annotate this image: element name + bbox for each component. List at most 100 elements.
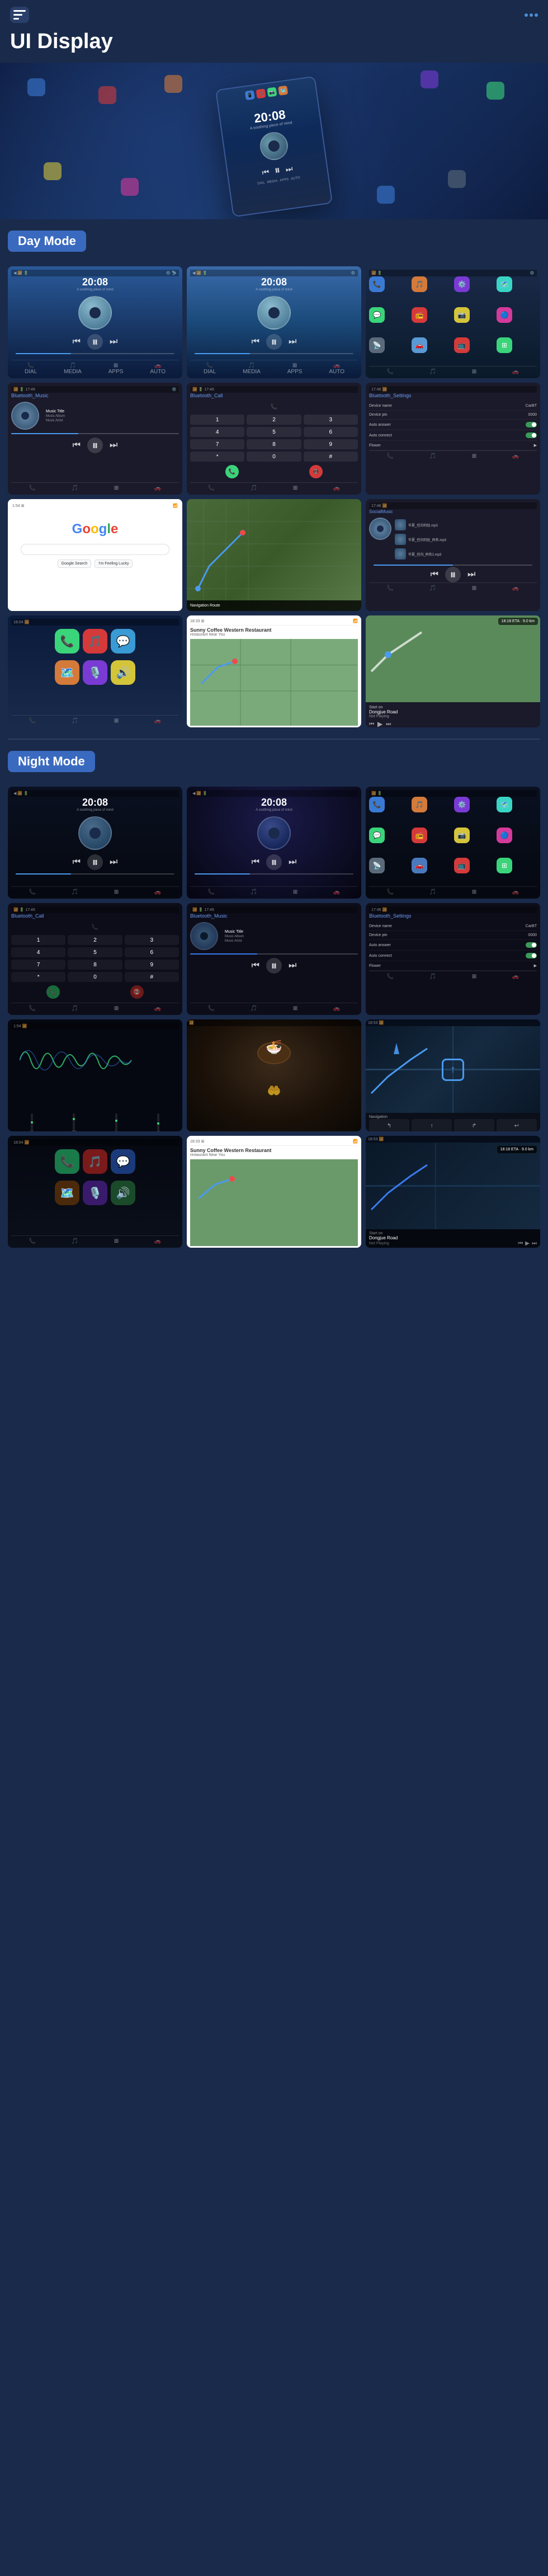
bts-nav-dial[interactable]: 📞 bbox=[387, 453, 394, 459]
night-cp-n2[interactable]: 🎵 bbox=[72, 1238, 78, 1244]
night-key-9[interactable]: 9 bbox=[125, 960, 179, 970]
night-key-2[interactable]: 2 bbox=[68, 935, 122, 945]
night-bottom-nav-1[interactable]: 📞 🎵 ⊞ 🚗 bbox=[11, 886, 179, 895]
btcall-nav-media[interactable]: 🎵 bbox=[251, 485, 257, 491]
social-item-1[interactable]: 华夏_任归何处.mp3 bbox=[395, 518, 446, 532]
social-next[interactable]: ⏭ bbox=[467, 570, 475, 580]
night-cp-msg[interactable]: 💬 bbox=[111, 1149, 135, 1174]
nav-media-1[interactable]: 🎵MEDIA bbox=[64, 363, 82, 375]
bt-auto-answer-row[interactable]: Auto answer bbox=[369, 420, 537, 430]
night-cp-maps[interactable]: 🗺️ bbox=[55, 1181, 79, 1205]
night-key-4[interactable]: 4 bbox=[11, 947, 65, 957]
key-0[interactable]: 0 bbox=[247, 452, 301, 462]
social-nav-dial[interactable]: 📞 bbox=[387, 585, 394, 591]
app-radio[interactable]: 📻 bbox=[412, 307, 427, 323]
app-phone[interactable]: 📞 bbox=[369, 276, 385, 292]
night-key-6[interactable]: 6 bbox=[125, 947, 179, 957]
btcall-nav-dial[interactable]: 📞 bbox=[208, 485, 215, 491]
night-btcall-n2[interactable]: 🎵 bbox=[72, 1005, 78, 1012]
play-pause-button[interactable]: ⏸ bbox=[274, 164, 281, 177]
night-nav-straight[interactable]: ↑ bbox=[412, 1119, 452, 1131]
night-play-1[interactable]: ⏸ bbox=[87, 854, 103, 870]
night-btm-next[interactable]: ⏭ bbox=[289, 961, 296, 971]
night-app-7[interactable]: 📷 bbox=[454, 828, 470, 843]
google-search-btn[interactable]: Google Search bbox=[58, 560, 92, 568]
night-bts-bottom[interactable]: 📞 🎵 ⊞ 🚗 bbox=[369, 971, 537, 980]
night-key-0[interactable]: 0 bbox=[68, 972, 122, 982]
night-btm-n4[interactable]: 🚗 bbox=[333, 1005, 340, 1012]
night-cp-phone[interactable]: 📞 bbox=[55, 1149, 79, 1174]
night-btm-bottom[interactable]: 📞 🎵 ⊞ 🚗 bbox=[190, 1003, 358, 1012]
key-8[interactable]: 8 bbox=[247, 439, 301, 449]
mc-next-2[interactable]: ⏭ bbox=[289, 337, 296, 347]
night-btm-n3[interactable]: ⊞ bbox=[293, 1005, 297, 1012]
bts-nav-media[interactable]: 🎵 bbox=[429, 453, 436, 459]
night-nav-m-prev[interactable]: ⏮ bbox=[518, 1240, 523, 1247]
app-maps[interactable]: 🗺️ bbox=[497, 276, 512, 292]
social-nav-media[interactable]: 🎵 bbox=[429, 585, 436, 591]
nav-dial-3[interactable]: 📞 bbox=[387, 369, 394, 375]
night-bts-n3[interactable]: ⊞ bbox=[472, 974, 476, 980]
night-nav-m-next[interactable]: ⏭ bbox=[532, 1240, 537, 1247]
night-nav-turn-right[interactable]: ↱ bbox=[454, 1119, 494, 1131]
bts-nav-apps[interactable]: ⊞ bbox=[472, 453, 476, 459]
night-key-3[interactable]: 3 bbox=[125, 935, 179, 945]
night-bts-aa-row[interactable]: Auto answer bbox=[369, 940, 537, 951]
night-bts-ac-row[interactable]: Auto connect bbox=[369, 951, 537, 961]
social-item-2[interactable]: 华夏_任归何处_同名.mp3 bbox=[395, 532, 446, 547]
night-app-1[interactable]: 📞 bbox=[369, 797, 385, 812]
prev-button[interactable]: ⏮ bbox=[262, 167, 270, 178]
night-nav-turn-left[interactable]: ↰ bbox=[369, 1119, 409, 1131]
cp-app-siri[interactable]: 🔊 bbox=[111, 660, 135, 685]
night-next-2[interactable]: ⏭ bbox=[289, 857, 296, 867]
night-app-9[interactable]: 📡 bbox=[369, 858, 385, 873]
nav-media-3[interactable]: 🎵 bbox=[429, 369, 436, 375]
key-1[interactable]: 1 bbox=[190, 415, 244, 425]
night-cp-bottom[interactable]: 📞 🎵 ⊞ 🚗 bbox=[11, 1235, 179, 1244]
night-controls-2[interactable]: ⏮ ⏸ ⏭ bbox=[190, 854, 358, 870]
night-bts-n1[interactable]: 📞 bbox=[387, 974, 394, 980]
app-tv[interactable]: 📺 bbox=[454, 337, 470, 353]
nav-mc-play[interactable]: ▶ bbox=[377, 720, 382, 727]
bottom-nav-3[interactable]: 📞 🎵 ⊞ 🚗 bbox=[369, 366, 537, 375]
night-bts-fl-row[interactable]: Flower ▶ bbox=[369, 961, 537, 971]
social-bottom-nav[interactable]: 📞 🎵 ⊞ 🚗 bbox=[369, 582, 537, 591]
night-app-12[interactable]: ⊞ bbox=[497, 858, 512, 873]
night-nav-a-1[interactable]: ⊞ bbox=[114, 889, 119, 895]
night-bottom-nav-2[interactable]: 📞 🎵 ⊞ 🚗 bbox=[190, 886, 358, 895]
app-camera[interactable]: 📷 bbox=[454, 307, 470, 323]
mc-play-1[interactable]: ⏸ bbox=[87, 334, 103, 350]
btcall-nav-auto[interactable]: 🚗 bbox=[333, 485, 340, 491]
night-call-end[interactable]: 📵 bbox=[130, 985, 144, 999]
eq-slider-4[interactable]: 4k bbox=[138, 1113, 179, 1131]
night-key-1[interactable]: 1 bbox=[11, 935, 65, 945]
night-app-5[interactable]: 💬 bbox=[369, 828, 385, 843]
night-app-3[interactable]: ⚙️ bbox=[454, 797, 470, 812]
eq-slider-3[interactable]: 1k bbox=[96, 1113, 137, 1131]
night-nav-d-1[interactable]: 📞 bbox=[29, 889, 36, 895]
nav-dial-1[interactable]: 📞DIAL bbox=[25, 363, 37, 375]
nav-auto-2[interactable]: 🚗AUTO bbox=[329, 363, 344, 375]
bottom-nav-1[interactable]: 📞DIAL 🎵MEDIA ⊞APPS 🚗AUTO bbox=[11, 360, 179, 375]
nav-apps-3[interactable]: ⊞ bbox=[472, 369, 476, 375]
night-ag-nav-3[interactable]: ⊞ bbox=[472, 889, 476, 895]
cp-bottom-nav-1[interactable]: 📞 🎵 ⊞ 🚗 bbox=[11, 715, 179, 724]
night-nav-controls[interactable]: ↰ ↑ ↱ ↩ bbox=[369, 1119, 537, 1131]
cp-app-music[interactable]: 🎵 bbox=[83, 629, 107, 654]
bt-nav-auto[interactable]: 🚗 bbox=[154, 485, 161, 491]
device-controls[interactable]: ⏮ ⏸ ⏭ bbox=[261, 162, 294, 179]
night-controls-1[interactable]: ⏮ ⏸ ⏭ bbox=[11, 854, 179, 870]
call-answer[interactable]: 📞 bbox=[225, 465, 239, 478]
cp-app-maps[interactable]: 🗺️ bbox=[55, 660, 79, 685]
bt-nav-dial[interactable]: 📞 bbox=[29, 485, 36, 491]
night-key-hash[interactable]: # bbox=[125, 972, 179, 982]
social-nav-apps[interactable]: ⊞ bbox=[472, 585, 476, 591]
social-controls[interactable]: ⏮ ⏸ ⏭ bbox=[369, 567, 537, 582]
app-bt[interactable]: 🔵 bbox=[497, 307, 512, 323]
bt-auto-connect-toggle[interactable] bbox=[526, 433, 537, 438]
nav-auto-3[interactable]: 🚗 bbox=[512, 369, 519, 375]
nav-dial-2[interactable]: 📞DIAL bbox=[204, 363, 216, 375]
nav-apps-2[interactable]: ⊞APPS bbox=[287, 363, 303, 375]
night-app-11[interactable]: 📺 bbox=[454, 858, 470, 873]
bt-auto-connect-row[interactable]: Auto connect bbox=[369, 430, 537, 441]
